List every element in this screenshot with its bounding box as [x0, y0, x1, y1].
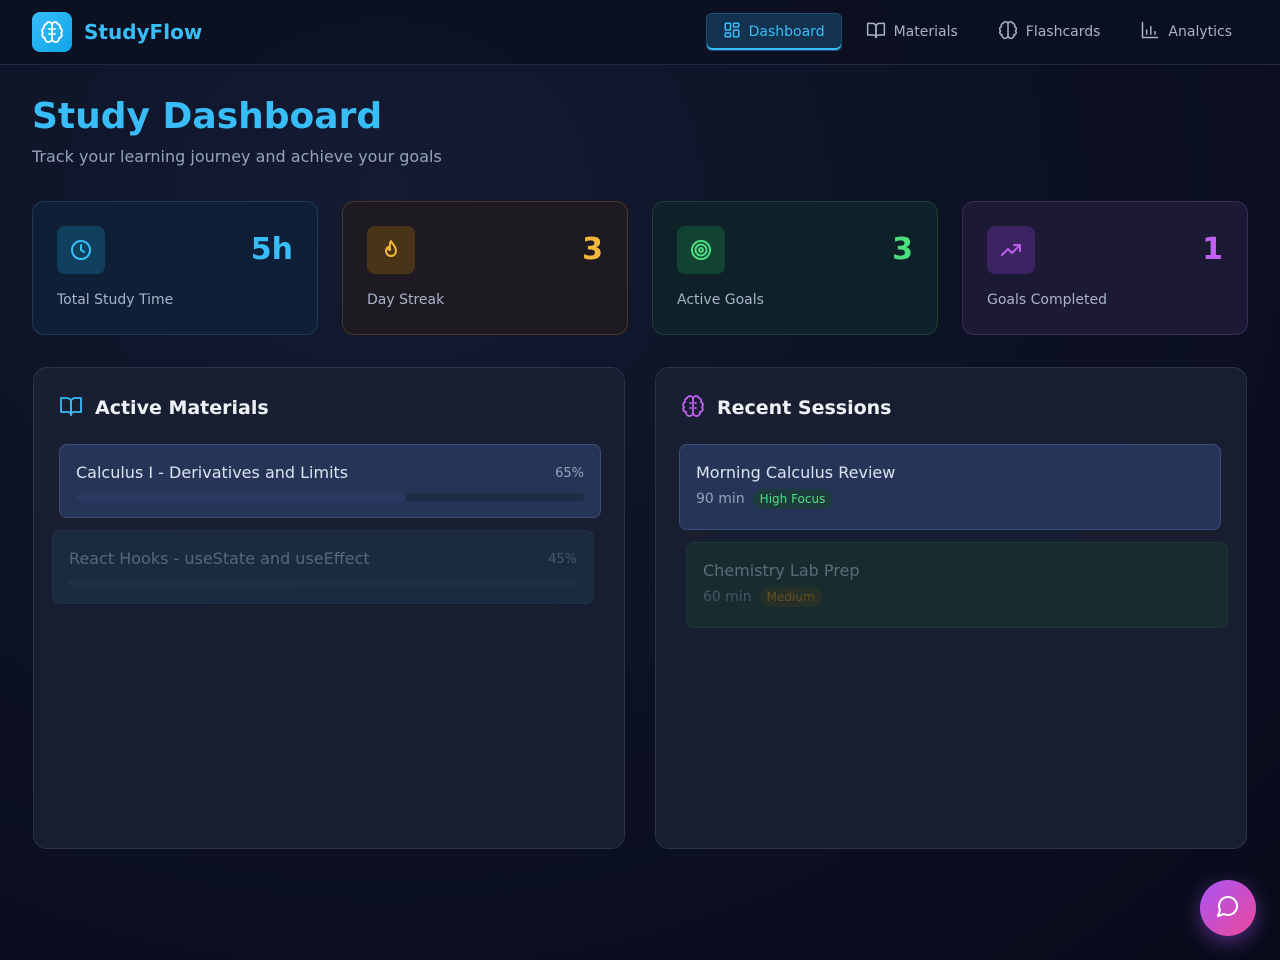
material-name: React Hooks - useState and useEffect [69, 549, 370, 568]
session-item[interactable]: Chemistry Lab Prep 60 min Medium [686, 542, 1228, 628]
stat-card-active-goals: 3 Active Goals [652, 201, 938, 335]
brand[interactable]: StudyFlow [32, 12, 202, 52]
stat-card-study-time: 5h Total Study Time [32, 201, 318, 335]
panel-title: Recent Sessions [717, 397, 892, 419]
stat-value: 5h [250, 232, 293, 267]
stat-value: 1 [1202, 232, 1223, 267]
progress-fill [69, 579, 298, 587]
session-duration: 60 min [703, 589, 752, 605]
nav-materials-label: Materials [893, 24, 958, 40]
progress-track [76, 493, 584, 501]
active-materials-panel: Active Materials Calculus I - Derivative… [33, 367, 625, 849]
focus-badge: Medium [759, 587, 822, 607]
session-duration: 90 min [696, 491, 745, 507]
nav-analytics[interactable]: Analytics [1124, 13, 1248, 51]
brain-icon [998, 20, 1018, 44]
target-icon [677, 226, 725, 274]
stat-value: 3 [892, 232, 913, 267]
session-name: Chemistry Lab Prep [703, 561, 860, 580]
session-item[interactable]: Morning Calculus Review 90 min High Focu… [679, 444, 1221, 530]
nav-dashboard-label: Dashboard [748, 24, 825, 40]
nav-flashcards-label: Flashcards [1025, 24, 1101, 40]
book-open-icon [59, 394, 83, 422]
material-percent: 45% [548, 552, 577, 567]
material-name: Calculus I - Derivatives and Limits [76, 463, 349, 482]
session-meta: 90 min High Focus [696, 489, 833, 509]
chat-button[interactable] [1200, 880, 1256, 936]
page-subtitle: Track your learning journey and achieve … [32, 147, 442, 166]
nav-dashboard[interactable]: Dashboard [705, 13, 842, 51]
recent-sessions-panel: Recent Sessions Morning Calculus Review … [655, 367, 1247, 849]
progress-fill [76, 493, 407, 501]
top-bar: StudyFlow Dashboard Materials Flashcards… [0, 0, 1280, 65]
material-item[interactable]: Calculus I - Derivatives and Limits 65% [59, 444, 601, 518]
panel-header: Active Materials [59, 394, 269, 422]
panel-title: Active Materials [95, 397, 269, 419]
trending-up-icon [987, 226, 1035, 274]
stat-card-goals-completed: 1 Goals Completed [962, 201, 1248, 335]
brain-icon [681, 394, 705, 422]
page-title: Study Dashboard [32, 96, 383, 137]
flame-icon [367, 226, 415, 274]
progress-track [69, 579, 577, 587]
book-icon [866, 20, 886, 44]
brain-icon [32, 12, 72, 52]
stat-label: Active Goals [677, 292, 764, 308]
stat-label: Day Streak [367, 292, 445, 308]
focus-badge: High Focus [752, 489, 833, 509]
material-item[interactable]: React Hooks - useState and useEffect 45% [52, 530, 594, 604]
stat-label: Goals Completed [987, 292, 1107, 308]
main-nav: Dashboard Materials Flashcards Analytics [705, 13, 1248, 51]
chat-bubble-icon [1216, 894, 1240, 922]
session-name: Morning Calculus Review [696, 463, 896, 482]
app-name: StudyFlow [84, 20, 203, 44]
bar-chart-icon [1140, 20, 1160, 44]
dashboard-icon [723, 21, 741, 43]
stat-card-day-streak: 3 Day Streak [342, 201, 628, 335]
session-meta: 60 min Medium [703, 587, 822, 607]
stats-row: 5h Total Study Time 3 Day Streak 3 Activ… [32, 201, 1248, 335]
material-percent: 65% [555, 466, 584, 481]
nav-analytics-label: Analytics [1168, 24, 1232, 40]
stat-value: 3 [582, 232, 603, 267]
panel-header: Recent Sessions [681, 394, 891, 422]
clock-icon [57, 226, 105, 274]
nav-materials[interactable]: Materials [850, 13, 974, 51]
stat-label: Total Study Time [57, 292, 174, 308]
nav-flashcards[interactable]: Flashcards [982, 13, 1117, 51]
